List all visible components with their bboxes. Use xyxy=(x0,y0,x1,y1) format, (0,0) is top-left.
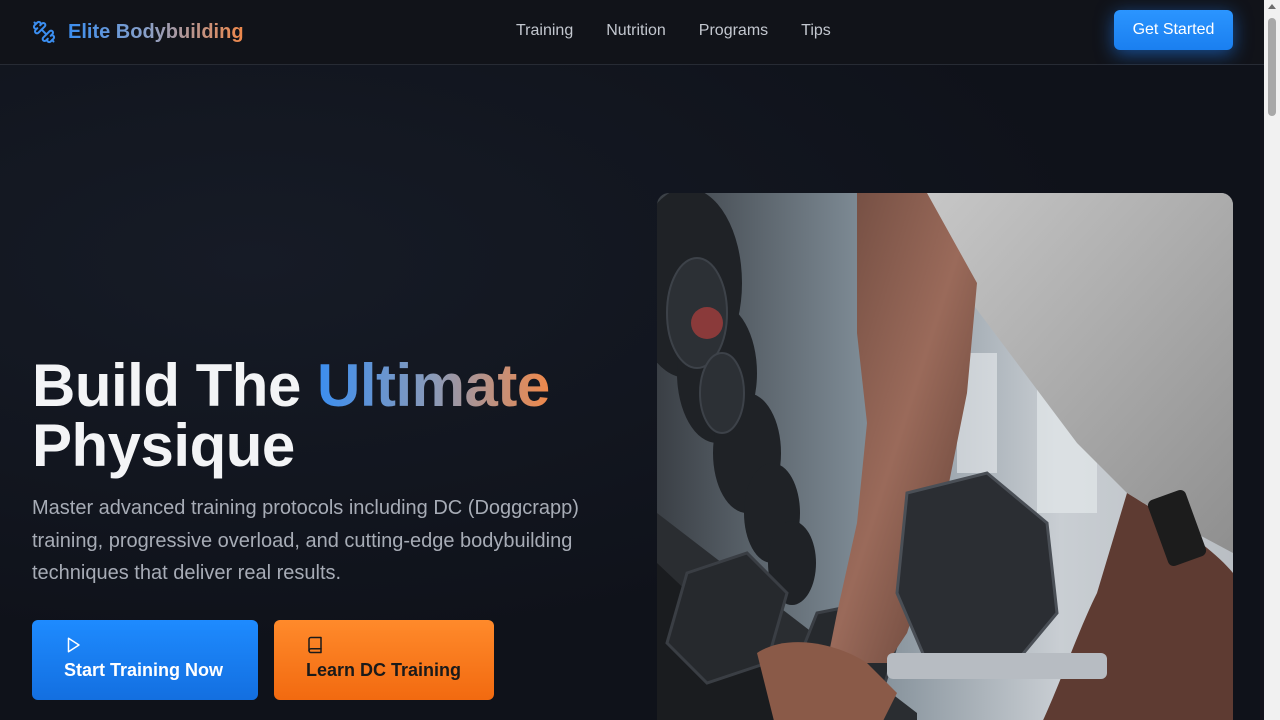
brand-logo[interactable]: Elite Bodybuilding xyxy=(32,20,244,44)
nav-item-training[interactable]: Training xyxy=(516,22,573,40)
brand-name: Elite Bodybuilding xyxy=(68,20,244,43)
start-training-label: Start Training Now xyxy=(64,660,224,680)
nav-item-programs[interactable]: Programs xyxy=(699,22,768,40)
nav-item-nutrition[interactable]: Nutrition xyxy=(606,22,666,40)
play-icon xyxy=(67,637,80,653)
photo-illustration xyxy=(657,193,1233,720)
headline-accent: Ultimate xyxy=(316,352,550,419)
start-training-button[interactable]: Start Training Now xyxy=(32,620,258,700)
book-icon xyxy=(308,636,322,654)
hero-subtext: Master advanced training protocols inclu… xyxy=(32,497,579,584)
headline-part1: Build The xyxy=(32,352,317,419)
dumbbell-icon xyxy=(32,20,56,44)
gym-dumbbell-rack-photo xyxy=(657,193,1233,720)
top-navigation-bar: Elite Bodybuilding Training Nutrition Pr… xyxy=(0,0,1264,65)
learn-dc-training-label: Learn DC Training xyxy=(306,660,462,680)
scrollbar-thumb[interactable] xyxy=(1268,18,1276,116)
hero-headline: Build The Ultimate Physique xyxy=(32,356,550,476)
headline-part2: Physique xyxy=(32,412,295,479)
main-nav: Training Nutrition Programs Tips xyxy=(516,22,831,40)
get-started-button[interactable]: Get Started xyxy=(1114,10,1233,50)
learn-dc-training-button[interactable]: Learn DC Training xyxy=(274,620,494,700)
scrollbar[interactable] xyxy=(1264,0,1280,720)
nav-item-tips[interactable]: Tips xyxy=(801,22,831,40)
scroll-up-arrow-icon[interactable] xyxy=(1268,4,1276,9)
